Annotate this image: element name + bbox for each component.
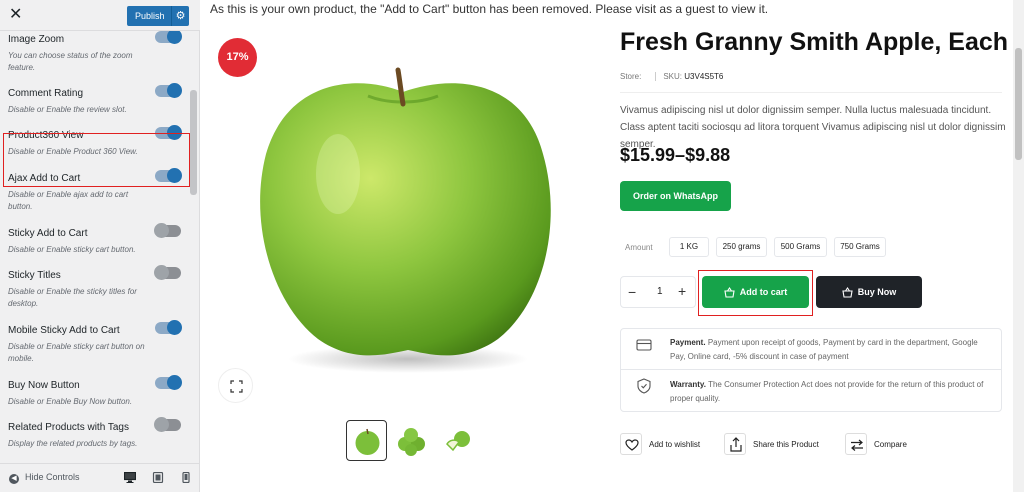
option-description: Disable or Enable Buy Now button. [8,397,133,406]
highlight-box [3,133,190,187]
payment-info: Payment. Payment upon receipt of goods, … [670,336,990,364]
shield-check-icon [637,378,651,394]
product-price: $15.99–$9.88 [620,145,731,165]
amount-option-1kg[interactable]: 1 KG [669,237,709,257]
publish-label: Publish [135,11,165,21]
toggle-knob [154,417,169,432]
apples-group-thumbnail [398,428,425,456]
toggle-knob [154,223,169,238]
quantity-value[interactable]: 1 [657,286,663,297]
buy-now-button[interactable]: Buy Now [816,276,922,308]
amount-option-250-grams[interactable]: 250 grams [716,237,767,257]
discount-badge: 17% [218,38,257,77]
option-title: Sticky Titles [8,270,61,281]
sku-label: SKU: [663,72,683,81]
option-description: Disable or Enable ajax add to cart butto… [8,190,129,211]
page-scrollbar[interactable] [1013,0,1024,492]
option-title: Mobile Sticky Add to Cart [8,325,120,336]
share-icon [730,437,742,452]
expand-icon [230,380,243,393]
sidebar-scrollbar[interactable] [190,90,197,195]
toggle-switch[interactable] [154,223,181,238]
thumbnail-3[interactable] [437,420,478,461]
heart-icon [625,439,639,451]
compare-label: Compare [874,440,907,449]
option-description: Disable or Enable the review slot. [8,105,127,114]
zoom-button[interactable] [218,368,253,403]
close-icon[interactable]: ✕ [9,7,22,23]
apple-thumbnail [355,428,380,455]
compare-icon-box [845,433,867,455]
product-title: Fresh Granny Smith Apple, Each [620,28,1009,56]
warranty-info: Warranty. The Consumer Protection Act do… [670,378,990,406]
increase-quantity-button[interactable]: + [678,283,686,299]
amount-label: Amount [625,243,653,252]
toggle-knob [167,320,182,335]
meta-divider [655,72,657,82]
option-description: You can choose status of the zoom featur… [8,51,133,72]
basket-icon [842,286,853,298]
customizer-options-list: Image Zoom You can choose status of the … [0,31,192,463]
credit-card-icon [636,339,652,351]
thumbnail-2[interactable] [391,420,432,461]
option-description: Display the related products by tags. [8,439,138,448]
sku-value: U3V4S5T6 [684,72,724,81]
payment-warranty-box: Payment. Payment upon receipt of goods, … [620,328,1002,412]
page-scrollbar-thumb[interactable] [1015,48,1022,160]
quantity-stepper: − 1 + [620,276,696,308]
amount-option-750-grams[interactable]: 750 Grams [834,237,886,257]
toggle-switch[interactable] [155,320,182,335]
option-title: Image Zoom [8,34,65,45]
hide-controls-button[interactable]: ◀ Hide Controls [9,472,80,484]
toggle-switch[interactable] [155,375,182,390]
highlight-box [698,270,813,316]
option-title: Comment Rating [8,88,84,99]
toggle-knob [167,31,182,44]
divider [621,369,1001,370]
warranty-title: Warranty. [670,380,707,389]
option-title: Sticky Add to Cart [8,228,88,239]
compare-arrows-icon [851,439,863,451]
apple-slices-thumbnail [446,431,470,452]
order-on-whatsapp-button[interactable]: Order on WhatsApp [620,181,731,211]
warranty-text: The Consumer Protection Act does not pro… [670,380,984,403]
amount-option-500-grams[interactable]: 500 Grams [774,237,827,257]
toggle-switch[interactable] [155,83,182,98]
product-meta: Store: SKU: U3V4S5T6 [620,72,724,82]
wishlist-icon-box [620,433,642,455]
thumbnail-1[interactable] [346,420,387,461]
divider [620,92,1002,93]
own-product-notice: As this is your own product, the "Add to… [210,2,769,16]
store-label: Store: [620,72,642,81]
add-to-wishlist-label: Add to wishlist [649,440,701,449]
mobile-icon[interactable] [180,472,192,483]
share-icon-box [724,433,746,455]
toggle-switch[interactable] [154,417,181,432]
publish-button[interactable]: Publish ⚙ [127,6,189,26]
toggle-switch[interactable] [154,265,181,280]
option-description: Disable or Enable the sticky titles for … [8,287,137,308]
customizer-footer: ◀ Hide Controls [0,463,200,492]
buy-now-label: Buy Now [857,287,897,297]
payment-title: Payment. [670,338,706,347]
hide-controls-label: Hide Controls [25,472,80,482]
customizer-sidebar: ✕ Publish ⚙ Image Zoom You can choose st… [0,0,200,492]
toggle-knob [167,83,182,98]
product-main-image[interactable] [218,34,588,404]
toggle-knob [167,375,182,390]
option-title: Related Products with Tags [8,422,129,433]
toggle-knob [154,265,169,280]
tablet-icon[interactable] [152,472,164,483]
customizer-header: ✕ Publish ⚙ [0,0,200,31]
decrease-quantity-button[interactable]: − [628,284,636,300]
desktop-icon[interactable] [124,472,136,483]
option-description: Disable or Enable sticky cart button on … [8,342,145,363]
share-product-label: Share this Product [753,440,819,449]
collapse-icon: ◀ [9,474,19,484]
payment-text: Payment upon receipt of goods, Payment b… [670,338,978,361]
option-title: Buy Now Button [8,380,80,391]
option-description: Disable or Enable sticky cart button. [8,245,136,254]
toggle-switch[interactable] [155,31,182,44]
gear-icon[interactable]: ⚙ [171,6,189,26]
